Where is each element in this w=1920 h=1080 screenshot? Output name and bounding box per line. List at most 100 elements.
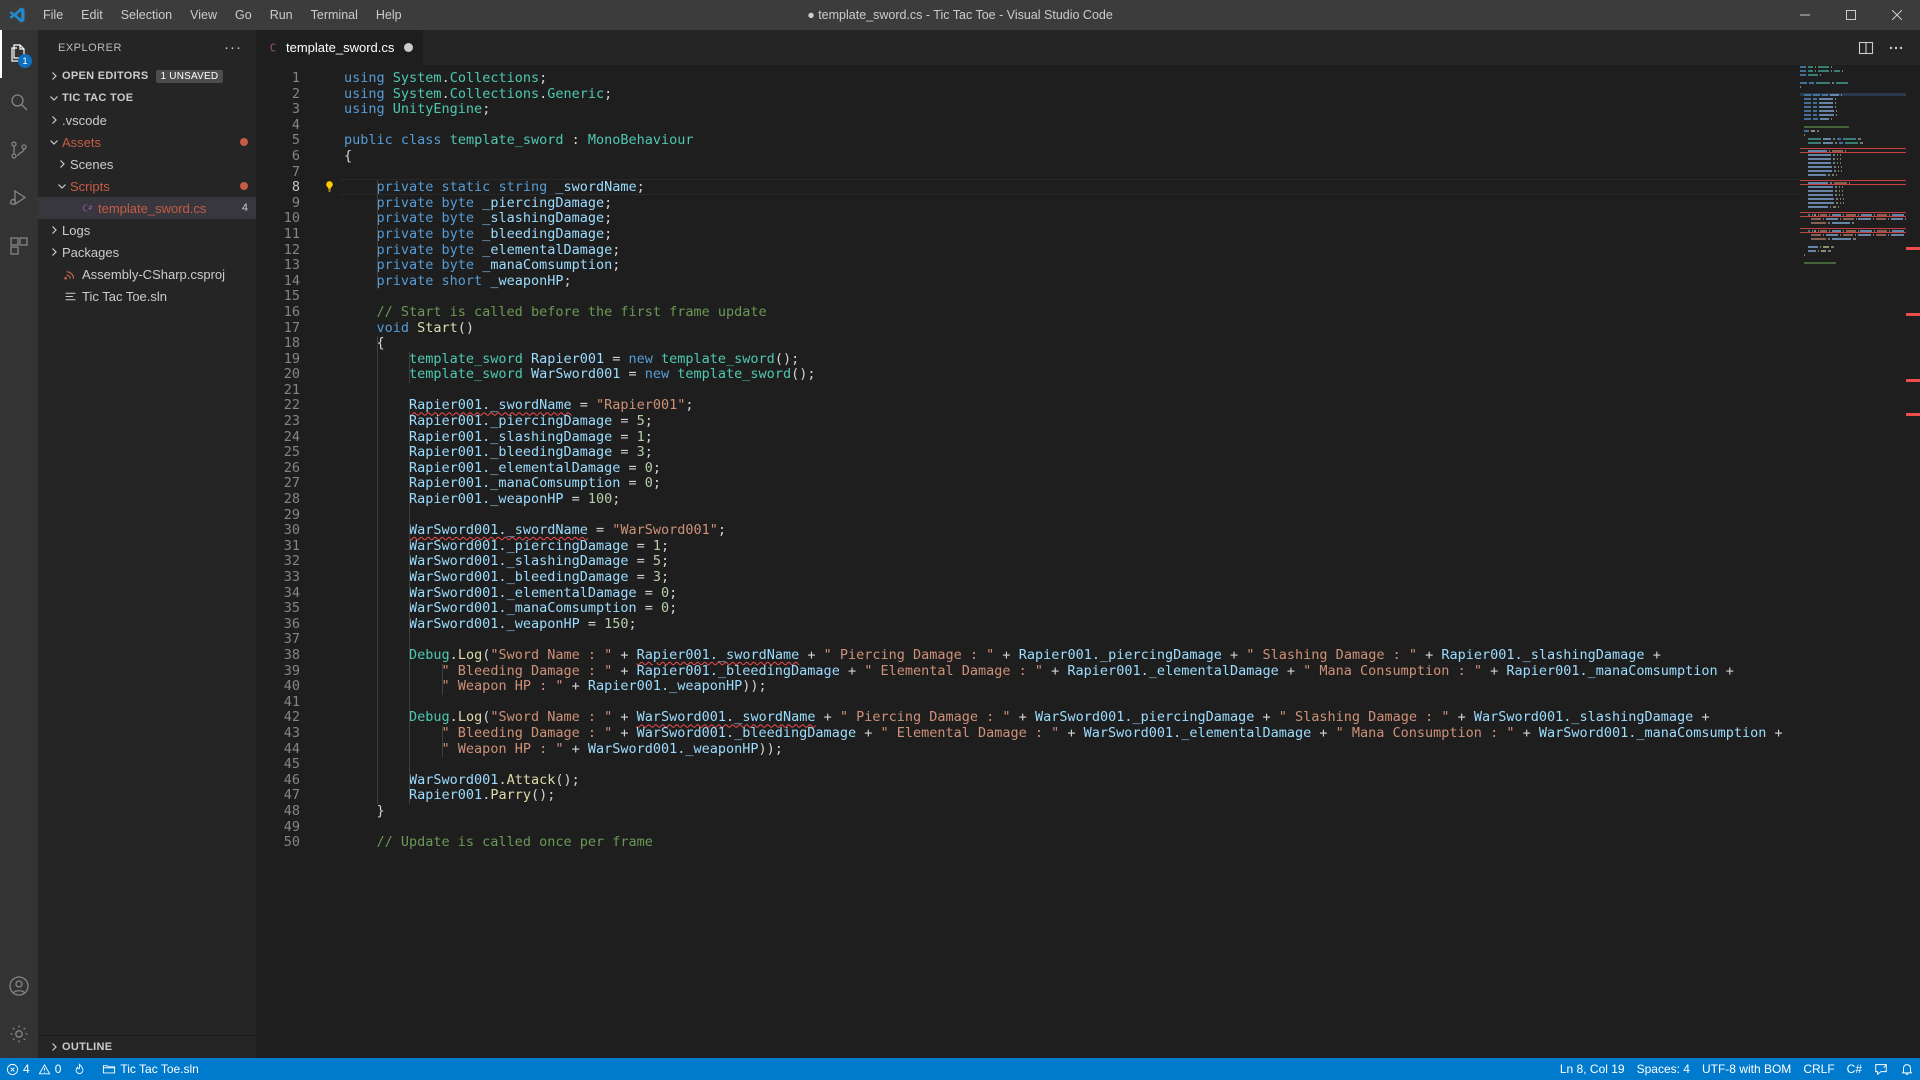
code-line[interactable]: Rapier001._swordName = "Rapier001"; — [344, 398, 1920, 414]
code-line[interactable]: private byte _elementalDamage; — [344, 242, 1920, 259]
menu-help[interactable]: Help — [368, 4, 410, 26]
status-eol[interactable]: CRLF — [1797, 1058, 1840, 1080]
status-indentation[interactable]: Spaces: 4 — [1631, 1058, 1696, 1080]
code-line[interactable]: // Update is called once per frame — [344, 834, 1920, 851]
code-line[interactable] — [344, 695, 1920, 711]
menu-file[interactable]: File — [35, 4, 71, 26]
code-line[interactable] — [344, 632, 1920, 648]
activity-explorer-icon[interactable]: 1 — [0, 30, 38, 78]
tree-item-vscode[interactable]: .vscode — [38, 109, 256, 131]
code-line[interactable]: " Bleeding Damage : " + Rapier001._bleed… — [344, 663, 1920, 680]
tree-item-packages[interactable]: Packages — [38, 241, 256, 263]
sidebar-more-actions-icon[interactable]: ··· — [224, 39, 248, 56]
overview-ruler[interactable] — [1906, 65, 1920, 1058]
code-line[interactable]: WarSword001._piercingDamage = 1; — [344, 538, 1920, 555]
code-line[interactable]: WarSword001._manaComsumption = 0; — [344, 600, 1920, 617]
code-line[interactable]: private byte _manaComsumption; — [344, 257, 1920, 274]
menu-selection[interactable]: Selection — [113, 4, 180, 26]
code-line[interactable]: WarSword001._elementalDamage = 0; — [344, 585, 1920, 602]
status-cursor-position[interactable]: Ln 8, Col 19 — [1554, 1058, 1631, 1080]
code-line[interactable]: private byte _piercingDamage; — [344, 195, 1920, 212]
tab-dirty-indicator[interactable] — [404, 43, 414, 52]
tree-item-template-sword-cs[interactable]: C # template_sword.cs 4 — [38, 197, 256, 219]
split-editor-icon[interactable] — [1858, 40, 1874, 56]
activity-search-icon[interactable] — [0, 78, 38, 126]
code-line[interactable]: { — [344, 148, 1920, 165]
code-line[interactable]: WarSword001._weaponHP = 150; — [344, 616, 1920, 633]
code-line[interactable]: Rapier001._manaComsumption = 0; — [344, 476, 1920, 492]
code-line[interactable]: private short _weaponHP; — [344, 273, 1920, 290]
menu-run[interactable]: Run — [262, 4, 301, 26]
activity-accounts-icon[interactable] — [0, 962, 38, 1010]
code-line[interactable]: WarSword001._slashingDamage = 5; — [344, 554, 1920, 570]
menu-terminal[interactable]: Terminal — [303, 4, 366, 26]
code-line[interactable]: private static string _swordName; — [344, 179, 1920, 196]
code-line[interactable]: " Bleeding Damage : " + WarSword001._ble… — [344, 725, 1920, 742]
status-unity-attach[interactable] — [67, 1058, 96, 1080]
code-line[interactable]: Rapier001._slashingDamage = 1; — [344, 429, 1920, 446]
tree-item-scenes[interactable]: Scenes — [38, 153, 256, 175]
code-line[interactable] — [344, 289, 1920, 305]
code-line[interactable]: private byte _bleedingDamage; — [344, 226, 1920, 243]
code-line[interactable]: Rapier001._elementalDamage = 0; — [344, 460, 1920, 477]
menu-bar[interactable]: File Edit Selection View Go Run Terminal… — [34, 0, 411, 30]
code-line[interactable]: Rapier001._bleedingDamage = 3; — [344, 444, 1920, 461]
activity-run-debug-icon[interactable] — [0, 174, 38, 222]
code-line[interactable] — [344, 383, 1920, 399]
minimize-button[interactable] — [1782, 0, 1828, 30]
outline-section[interactable]: OUTLINE — [38, 1036, 256, 1058]
code-line[interactable]: " Weapon HP : " + Rapier001._weaponHP)); — [344, 678, 1920, 695]
menu-go[interactable]: Go — [227, 4, 260, 26]
code-line[interactable]: private byte _slashingDamage; — [344, 211, 1920, 227]
code-line[interactable]: public class template_sword : MonoBehavi… — [344, 133, 1920, 149]
glyph-margin[interactable] — [322, 65, 340, 1058]
code-line[interactable]: void Start() — [344, 320, 1920, 337]
menu-edit[interactable]: Edit — [73, 4, 111, 26]
editor-more-actions-icon[interactable] — [1888, 40, 1904, 56]
window-controls[interactable] — [1782, 0, 1920, 30]
code-line[interactable] — [344, 118, 1920, 134]
status-encoding[interactable]: UTF-8 with BOM — [1696, 1058, 1797, 1080]
code-line[interactable]: { — [344, 335, 1920, 352]
code-line[interactable]: Debug.Log("Sword Name : " + WarSword001.… — [344, 710, 1920, 726]
code-line[interactable]: Rapier001._piercingDamage = 5; — [344, 413, 1920, 430]
code-line[interactable]: // Start is called before the first fram… — [344, 304, 1920, 321]
code-line[interactable]: Rapier001.Parry(); — [344, 788, 1920, 804]
workspace-section[interactable]: TIC TAC TOE — [38, 87, 256, 109]
tab-template-sword-cs[interactable]: C template_sword.cs — [256, 30, 425, 65]
code-line[interactable] — [344, 508, 1920, 524]
minimap[interactable] — [1800, 65, 1906, 1058]
code-line[interactable]: Debug.Log("Sword Name : " + Rapier001._s… — [344, 647, 1920, 664]
code-line[interactable]: WarSword001._swordName = "WarSword001"; — [344, 522, 1920, 539]
menu-view[interactable]: View — [182, 4, 225, 26]
tree-item-logs[interactable]: Logs — [38, 219, 256, 241]
activity-settings-gear-icon[interactable] — [0, 1010, 38, 1058]
activity-source-control-icon[interactable] — [0, 126, 38, 174]
code-line[interactable] — [344, 757, 1920, 773]
code-line[interactable]: using System.Collections; — [344, 70, 1920, 87]
close-button[interactable] — [1874, 0, 1920, 30]
tree-item-assets[interactable]: Assets — [38, 131, 256, 153]
status-language-mode[interactable]: C# — [1841, 1058, 1868, 1080]
activity-extensions-icon[interactable] — [0, 222, 38, 270]
status-feedback-icon[interactable] — [1868, 1058, 1894, 1080]
code-line[interactable]: using UnityEngine; — [344, 101, 1920, 118]
maximize-button[interactable] — [1828, 0, 1874, 30]
source-code[interactable]: using System.Collections; using System.Co… — [340, 65, 1920, 1058]
tree-item-tic-tac-toe-sln[interactable]: Tic Tac Toe.sln — [38, 285, 256, 307]
code-line[interactable]: template_sword WarSword001 = new templat… — [344, 366, 1920, 383]
status-notifications-bell-icon[interactable] — [1894, 1058, 1920, 1080]
lightbulb-quickfix-icon[interactable] — [323, 180, 336, 193]
code-line[interactable]: Rapier001._weaponHP = 100; — [344, 491, 1920, 508]
tree-item-assembly-csharp-csproj[interactable]: Assembly-CSharp.csproj — [38, 263, 256, 285]
status-active-solution[interactable]: Tic Tac Toe.sln — [96, 1058, 204, 1080]
tree-item-scripts[interactable]: Scripts — [38, 175, 256, 197]
code-line[interactable]: } — [344, 803, 1920, 820]
code-line[interactable]: WarSword001._bleedingDamage = 3; — [344, 569, 1920, 586]
open-editors-section[interactable]: OPEN EDITORS 1 UNSAVED — [38, 65, 256, 87]
code-line[interactable]: using System.Collections.Generic; — [344, 86, 1920, 103]
code-line[interactable]: template_sword Rapier001 = new template_… — [344, 351, 1920, 368]
code-line[interactable]: " Weapon HP : " + WarSword001._weaponHP)… — [344, 741, 1920, 758]
code-line[interactable] — [344, 820, 1920, 836]
code-line[interactable] — [344, 165, 1920, 181]
